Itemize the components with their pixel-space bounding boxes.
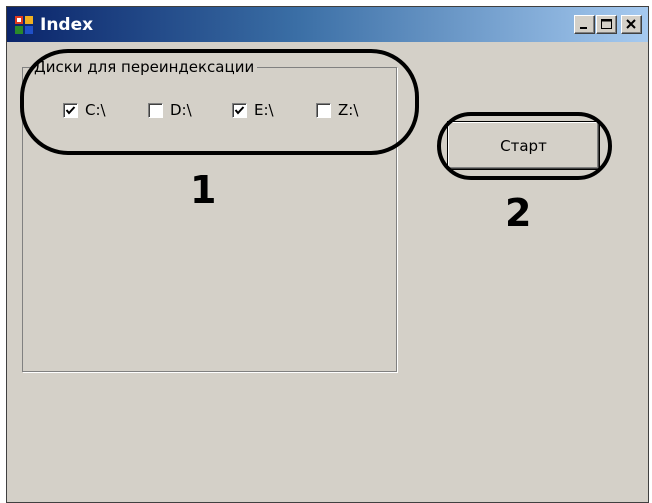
callout-ellipse-2	[437, 112, 612, 180]
close-icon	[626, 19, 636, 29]
window-title: Index	[40, 15, 94, 35]
callout-ellipse-1	[20, 49, 419, 155]
callout-number-1: 1	[190, 168, 217, 212]
maximize-button[interactable]	[596, 15, 617, 34]
title-bar[interactable]: Index	[7, 7, 648, 42]
minimize-icon	[580, 27, 587, 29]
callout-number-2: 2	[505, 191, 532, 235]
close-button[interactable]	[621, 15, 642, 34]
maximize-icon	[601, 19, 612, 29]
app-icon	[15, 16, 33, 34]
minimize-button[interactable]	[574, 15, 595, 34]
